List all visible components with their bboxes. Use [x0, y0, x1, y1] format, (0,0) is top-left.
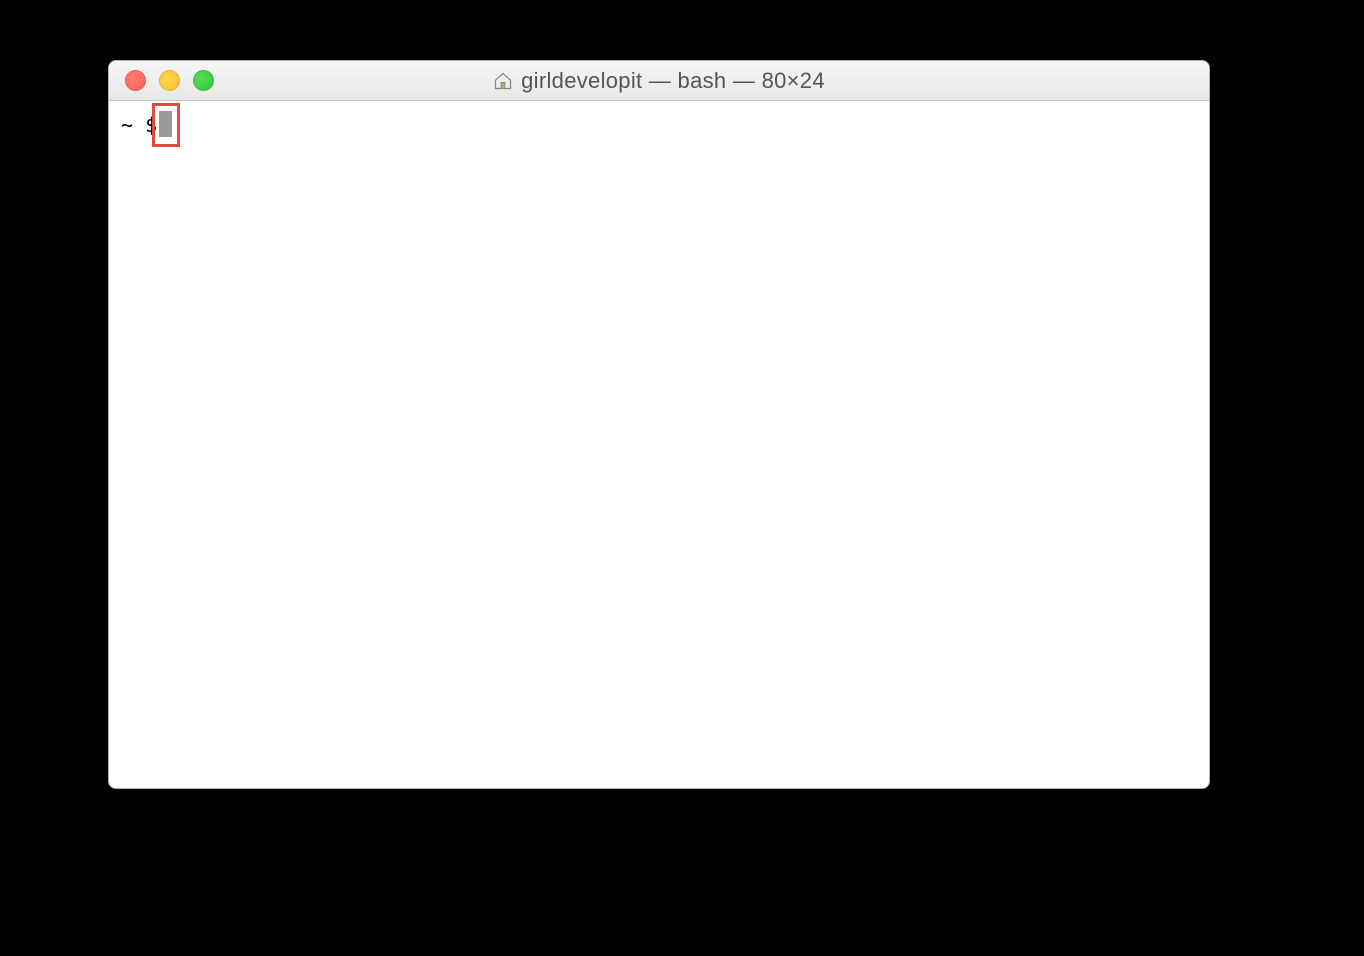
minimize-button[interactable] [159, 70, 180, 91]
window-title-container: girldevelopit — bash — 80×24 [109, 68, 1209, 94]
prompt-line: ~ $ [121, 111, 1197, 139]
terminal-body[interactable]: ~ $ [109, 101, 1209, 788]
cursor-wrapper [157, 111, 172, 139]
traffic-lights-group [109, 70, 214, 91]
terminal-cursor [159, 111, 172, 137]
home-icon [493, 71, 513, 91]
window-title: girldevelopit — bash — 80×24 [521, 68, 825, 94]
terminal-window: girldevelopit — bash — 80×24 ~ $ [108, 60, 1210, 789]
close-button[interactable] [125, 70, 146, 91]
window-titlebar[interactable]: girldevelopit — bash — 80×24 [109, 61, 1209, 101]
zoom-button[interactable] [193, 70, 214, 91]
prompt-text: ~ $ [121, 111, 157, 139]
